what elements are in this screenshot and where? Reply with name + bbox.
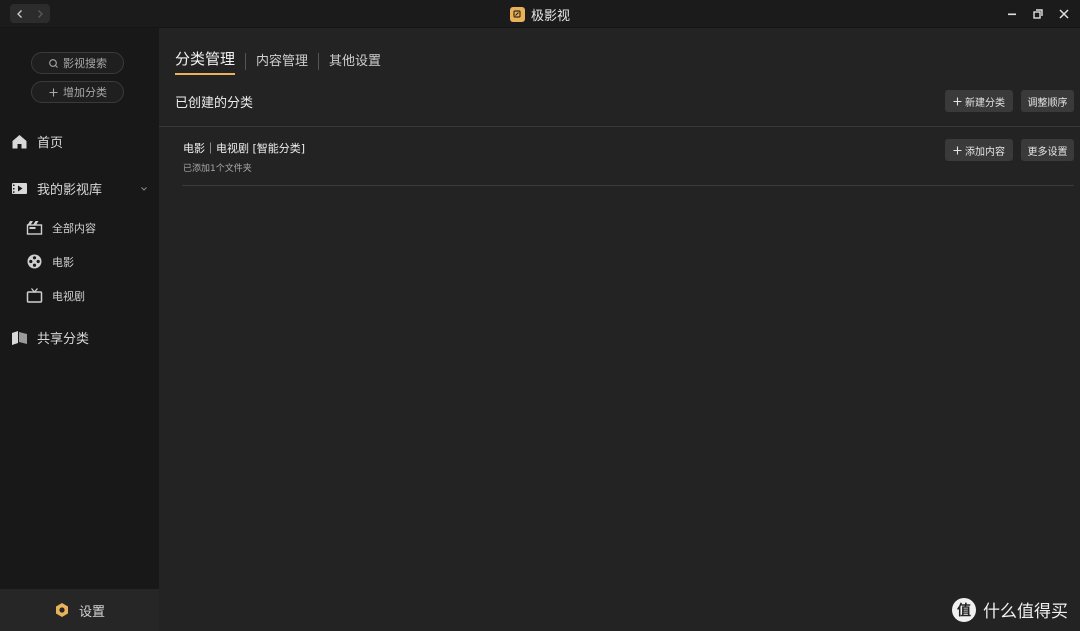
- tab-bar: 分类管理 内容管理 其他设置: [175, 48, 381, 75]
- window-controls: [1004, 0, 1072, 28]
- sidebar-item-movies[interactable]: 电影: [26, 253, 74, 270]
- sidebar-item-label: 我的影视库: [37, 183, 103, 198]
- add-content-button[interactable]: 添加内容: [945, 139, 1013, 161]
- category-meta: 已添加1个文件夹: [183, 164, 252, 174]
- window-title: 极影视: [0, 0, 1080, 28]
- close-icon: [1059, 9, 1069, 19]
- category-divider: [182, 185, 1074, 186]
- tab-separator: [318, 53, 320, 70]
- main-panel: 分类管理 内容管理 其他设置 已创建的分类 新建分类 调整顺序 电影｜电视剧 […: [159, 28, 1080, 631]
- more-settings-button[interactable]: 更多设置: [1021, 139, 1074, 161]
- restore-icon: [1033, 9, 1043, 19]
- settings-label: 设置: [78, 604, 105, 620]
- more-settings-label: 更多设置: [1027, 146, 1068, 158]
- plus-icon: [49, 88, 58, 96]
- sidebar-item-library[interactable]: 我的影视库: [11, 179, 102, 198]
- app-logo-icon: [509, 6, 525, 22]
- new-category-button[interactable]: 新建分类: [945, 90, 1013, 112]
- tv-icon: [26, 288, 43, 303]
- close-button[interactable]: [1056, 6, 1072, 22]
- sidebar-item-label: 电视剧: [52, 289, 85, 303]
- add-content-label: 添加内容: [965, 146, 1005, 158]
- search-label: 影视搜索: [63, 57, 107, 70]
- film-reel-icon: [27, 254, 42, 269]
- category-name: 电影｜电视剧 [智能分类]: [183, 142, 306, 155]
- chevron-down-icon[interactable]: [140, 185, 148, 193]
- maximize-button[interactable]: [1030, 6, 1046, 22]
- sidebar-item-label: 电影: [52, 255, 74, 269]
- tab-category-management[interactable]: 分类管理: [175, 48, 236, 75]
- add-category-button[interactable]: 增加分类: [31, 81, 124, 103]
- watermark-logo: 值: [952, 597, 976, 622]
- minimize-icon: [1008, 13, 1016, 16]
- new-category-label: 新建分类: [965, 97, 1005, 109]
- tab-content-management[interactable]: 内容管理: [256, 50, 308, 73]
- tab-separator: [245, 53, 247, 70]
- reorder-button[interactable]: 调整顺序: [1021, 90, 1074, 112]
- watermark-text: 什么值得买: [983, 602, 1068, 622]
- sidebar: 影视搜索 增加分类 首页 我的影视库 全部内容 电影 电视剧 共享分类 设置: [0, 28, 159, 631]
- clapperboard-icon: [26, 221, 43, 235]
- watermark-logo-char: 值: [957, 602, 971, 619]
- sidebar-item-all-content[interactable]: 全部内容: [26, 219, 96, 236]
- reorder-label: 调整顺序: [1027, 97, 1068, 109]
- plus-icon: [953, 97, 962, 105]
- home-icon: [12, 135, 27, 149]
- sidebar-item-label: 首页: [37, 136, 64, 151]
- tab-other-settings[interactable]: 其他设置: [329, 50, 381, 73]
- sidebar-item-home[interactable]: 首页: [11, 132, 63, 151]
- header-divider: [159, 126, 1080, 127]
- add-category-label: 增加分类: [63, 86, 107, 99]
- sidebar-item-label: 共享分类: [37, 332, 90, 347]
- title-bar: 极影视: [0, 0, 1080, 28]
- app-title-text: 极影视: [530, 8, 570, 24]
- sidebar-item-tv-series[interactable]: 电视剧: [26, 287, 85, 304]
- gear-icon: [55, 603, 68, 617]
- sidebar-item-shared[interactable]: 共享分类: [11, 328, 89, 347]
- watermark: 值 什么值得买: [952, 597, 1068, 622]
- minimize-button[interactable]: [1004, 6, 1020, 22]
- section-title: 已创建的分类: [175, 96, 254, 111]
- plus-icon: [953, 146, 962, 154]
- shared-folder-icon: [12, 331, 27, 345]
- search-button[interactable]: 影视搜索: [31, 52, 124, 74]
- settings-button[interactable]: 设置: [0, 589, 159, 631]
- sidebar-item-label: 全部内容: [52, 221, 96, 235]
- search-icon: [49, 58, 58, 68]
- film-strip-icon: [12, 183, 27, 194]
